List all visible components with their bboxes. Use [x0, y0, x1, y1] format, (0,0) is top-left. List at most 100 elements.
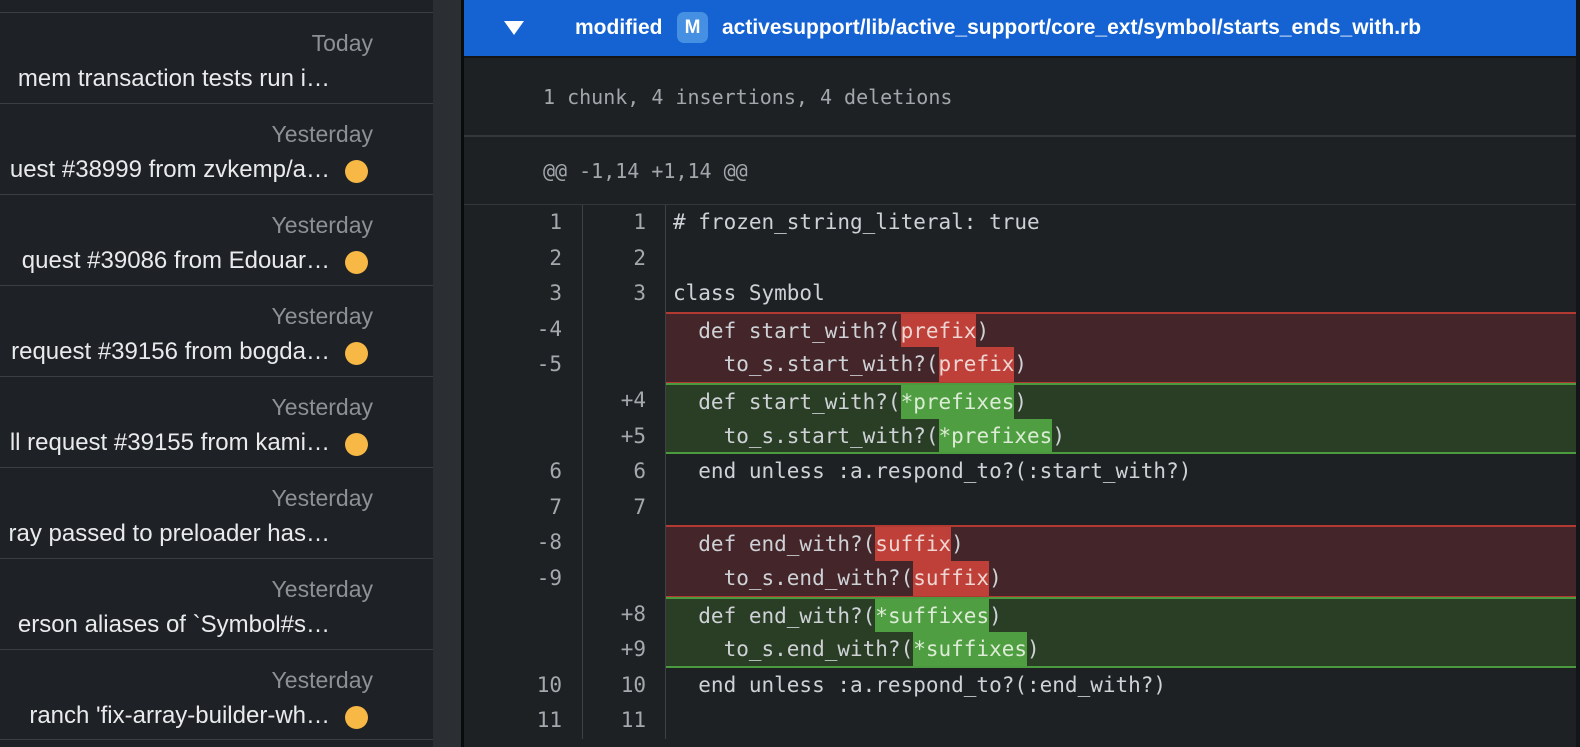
commit-message: ll request #39155 from kami… [10, 427, 330, 459]
diff-summary: 1 chunk, 4 insertions, 4 deletions [543, 84, 952, 110]
old-line-number [464, 383, 583, 419]
old-line-number [464, 632, 583, 668]
new-line-number: 10 [583, 668, 666, 704]
commit-message: quest #39086 from Edouar… [22, 245, 330, 277]
inline-change-highlight: *suffixes [875, 599, 989, 633]
code-line: def end_with?(suffix) [666, 525, 1576, 561]
old-line-number [464, 597, 583, 633]
diff-row[interactable]: +4 def start_with?(*prefixes) [464, 383, 1576, 419]
commit-card[interactable]: Yesterday uest #38999 from zvkemp/a… [0, 103, 433, 194]
old-line-number: -4 [464, 312, 583, 348]
commit-status-dot [345, 251, 368, 274]
diff-row[interactable]: 3 3 class Symbol [464, 276, 1576, 312]
old-line-number: 10 [464, 668, 583, 704]
inline-change-highlight: prefix [939, 347, 1015, 382]
commit-card[interactable]: Yesterday request #39156 from bogda… [0, 285, 433, 376]
file-status-label: modified [575, 0, 663, 56]
code-line: to_s.start_with?(prefix) [666, 347, 1576, 383]
file-path: activesupport/lib/active_support/core_ex… [722, 0, 1421, 56]
new-line-number: 2 [583, 241, 666, 277]
code-line: class Symbol [666, 276, 1576, 312]
commit-card[interactable]: Yesterday ll request #39155 from kami… [0, 376, 433, 467]
diff-row[interactable]: 7 7 [464, 490, 1576, 526]
commit-message: request #39156 from bogda… [11, 336, 330, 368]
commit-card[interactable]: Today mem transaction tests run i… [0, 12, 433, 103]
diff-row[interactable]: -4 def start_with?(prefix) [464, 312, 1576, 348]
commit-date: Yesterday [272, 573, 373, 605]
diff-file-header[interactable]: modified M activesupport/lib/active_supp… [464, 0, 1580, 56]
commit-date: Yesterday [272, 209, 373, 241]
new-line-number [583, 347, 666, 383]
diff-row[interactable]: +8 def end_with?(*suffixes) [464, 597, 1576, 633]
diff-row[interactable]: +9 to_s.end_with?(*suffixes) [464, 632, 1576, 668]
diff-panel: modified M activesupport/lib/active_supp… [464, 0, 1580, 747]
commit-message: erson aliases of `Symbol#s… [18, 609, 330, 641]
diff-row[interactable]: +5 to_s.start_with?(*prefixes) [464, 419, 1576, 455]
commit-status-dot [345, 706, 368, 729]
commit-card[interactable]: Yesterday quest #39086 from Edouar… [0, 194, 433, 285]
commit-status-dot [345, 433, 368, 456]
commit-date: Yesterday [272, 482, 373, 514]
new-line-number: 3 [583, 276, 666, 312]
new-line-number: +4 [583, 383, 666, 419]
inline-change-highlight: suffix [875, 527, 951, 561]
code-line [666, 703, 1576, 739]
new-line-number: +5 [583, 419, 666, 455]
inline-change-highlight: *prefixes [901, 385, 1015, 419]
file-status-badge: M [677, 12, 708, 43]
triangle-down-icon[interactable] [504, 21, 524, 35]
old-line-number: -5 [464, 347, 583, 383]
commit-message: mem transaction tests run i… [18, 63, 330, 95]
old-line-number: -9 [464, 561, 583, 597]
code-line: def start_with?(*prefixes) [666, 383, 1576, 419]
new-line-number: +8 [583, 597, 666, 633]
old-line-number: 3 [464, 276, 583, 312]
commit-status-dot [345, 160, 368, 183]
panel-gap [433, 0, 461, 747]
code-line: def end_with?(*suffixes) [666, 597, 1576, 633]
commit-list-panel: Today mem transaction tests run i… Yeste… [0, 0, 433, 747]
old-line-number: 1 [464, 205, 583, 241]
hunk-header: @@ -1,14 +1,14 @@ [543, 158, 748, 184]
commit-card[interactable]: Yesterday erson aliases of `Symbol#s… [0, 558, 433, 649]
commit-date: Yesterday [272, 391, 373, 423]
diff-row[interactable]: 1 1 # frozen_string_literal: true [464, 205, 1576, 241]
old-line-number: 11 [464, 703, 583, 739]
commit-status-dot [345, 342, 368, 365]
new-line-number [583, 561, 666, 597]
commit-date: Yesterday [272, 300, 373, 332]
diff-row[interactable]: 6 6 end unless :a.respond_to?(:start_wit… [464, 454, 1576, 490]
divider [464, 135, 1580, 137]
commit-card[interactable]: Yesterday ray passed to preloader has… [0, 467, 433, 558]
code-line: end unless :a.respond_to?(:end_with?) [666, 668, 1576, 704]
code-line: # frozen_string_literal: true [666, 205, 1576, 241]
diff-row[interactable]: 2 2 [464, 241, 1576, 277]
inline-change-highlight: *suffixes [913, 632, 1027, 666]
inline-change-highlight: prefix [901, 314, 977, 348]
diff-table: 1 1 # frozen_string_literal: true 2 2 3 … [464, 205, 1576, 739]
old-line-number: 7 [464, 490, 583, 526]
code-line: to_s.end_with?(*suffixes) [666, 632, 1576, 668]
old-line-number [464, 419, 583, 455]
inline-change-highlight: suffix [913, 561, 989, 596]
code-line: to_s.end_with?(suffix) [666, 561, 1576, 597]
commit-card[interactable]: Yesterday ranch 'fix-array-builder-wh… [0, 649, 433, 740]
right-edge-strip [1576, 0, 1580, 747]
diff-row[interactable]: -8 def end_with?(suffix) [464, 525, 1576, 561]
commit-date: Yesterday [272, 118, 373, 150]
diff-row[interactable]: -9 to_s.end_with?(suffix) [464, 561, 1576, 597]
code-line: to_s.start_with?(*prefixes) [666, 419, 1576, 455]
diff-row[interactable]: -5 to_s.start_with?(prefix) [464, 347, 1576, 383]
new-line-number: 6 [583, 454, 666, 490]
old-line-number: -8 [464, 525, 583, 561]
code-line [666, 241, 1576, 277]
old-line-number: 6 [464, 454, 583, 490]
code-line: end unless :a.respond_to?(:start_with?) [666, 454, 1576, 490]
old-line-number: 2 [464, 241, 583, 277]
diff-row[interactable]: 10 10 end unless :a.respond_to?(:end_wit… [464, 668, 1576, 704]
header-shadow [464, 56, 1580, 58]
new-line-number: 1 [583, 205, 666, 241]
diff-row[interactable]: 11 11 [464, 703, 1576, 739]
code-line: def start_with?(prefix) [666, 312, 1576, 348]
new-line-number [583, 525, 666, 561]
